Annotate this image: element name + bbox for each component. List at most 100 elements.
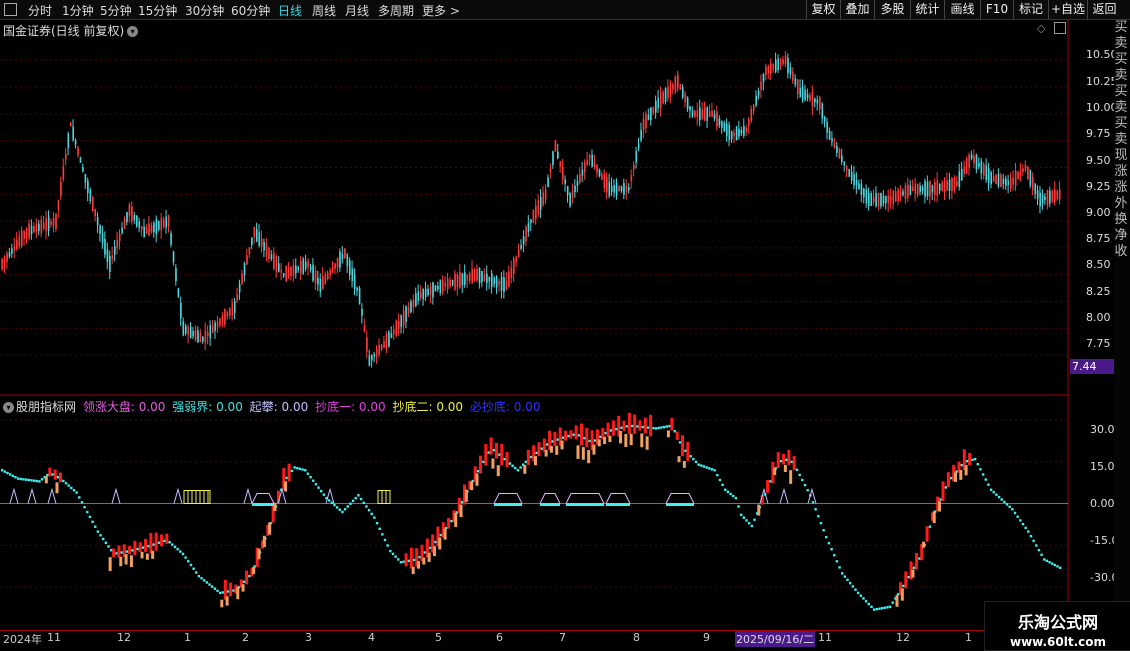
period-5min[interactable]: 5分钟 [100,2,132,19]
indicator-item: 起攀: 0.00 [249,400,309,414]
period-1min[interactable]: 1分钟 [62,2,94,19]
statistics-button[interactable]: 统计 [910,0,944,19]
indicator-point [141,546,145,549]
indicator-point [224,590,227,594]
candle-body [253,226,256,237]
indicator-title[interactable]: ▾ 股朋指标网 领涨大盘: 0.00 强弱界: 0.00 起攀: 0.00 抄底一… [3,398,543,415]
candle-body [924,181,926,197]
candle-body [657,97,660,109]
indicator-bar [959,469,963,480]
period-weekly[interactable]: 周线 [312,2,336,19]
candle-body [576,181,579,186]
candle-body [532,210,535,224]
candle-body [1029,170,1032,186]
indicator-bar [526,449,530,465]
indicator-bar [475,473,479,486]
period-60min[interactable]: 60分钟 [231,2,270,19]
indicator-point [527,457,530,461]
indicator-point [872,608,876,611]
indicator-bar [553,431,557,446]
indicator-point [312,479,315,482]
indicator-bar [220,599,224,608]
indicator-point [628,424,631,427]
candle-body [385,334,388,350]
indicator-bar [581,447,585,460]
sidebar-char: 买 [1114,84,1128,99]
candle-body [498,281,500,285]
indicator-point [700,464,703,467]
candle-body [118,233,121,242]
indicator-point [724,488,727,491]
candle-body [140,226,143,231]
indicator-point [1040,553,1043,557]
indicator-bar [44,476,48,484]
candle-body [251,237,253,245]
candle-body [439,280,442,294]
f10-button[interactable]: F10 [980,0,1013,19]
candle-body [417,291,420,302]
layout-toggle-icon[interactable] [4,3,17,16]
watermark-url: www.60lt.com [1009,635,1107,649]
candle-body [331,267,334,272]
price-tick: 8.25 [1086,285,1111,298]
indicator-bar [415,548,419,567]
candle-body [353,274,356,290]
candle-body [23,231,26,239]
period-multi[interactable]: 多周期 [378,2,414,19]
diamond-icon[interactable]: ◇ [1037,22,1045,35]
indicator-point [86,510,89,514]
indicator-point [883,606,886,609]
candle-body [407,306,410,315]
indicator-point [351,499,355,503]
period-more[interactable]: 更多 > [422,2,460,19]
candle-body [740,130,743,134]
candle-body [481,271,483,282]
indicator-point [415,558,419,561]
indicator-bar [48,467,52,477]
chart-title[interactable]: 国金证券(日线 前复权) ▾ [3,22,139,39]
indicator-point [596,437,599,440]
indicator-point [864,600,868,603]
indicator-bar [273,502,277,512]
indicator-bar [128,546,132,555]
indicator-point [713,469,716,472]
candle-body [811,91,814,107]
indicator-point [163,539,166,543]
candle-body [437,285,439,290]
indicator-item: 领涨大盘: 0.00 [82,400,166,414]
overlay-button[interactable]: 叠加 [840,0,874,19]
indicator-bar [649,414,653,437]
panel-toggle-icon[interactable] [1054,22,1066,34]
candle-body [608,181,611,196]
indicator-point [152,543,155,546]
indicator-point [1,469,4,472]
chevron-down-icon[interactable]: ▾ [127,26,139,37]
add-watchlist-button[interactable]: +自选 [1048,0,1087,19]
chevron-down-icon[interactable]: ▾ [3,402,14,413]
mark-button[interactable]: 标记 [1013,0,1048,19]
candle-body [1000,174,1002,188]
candle-body [863,188,865,198]
indicator-point [107,545,110,548]
candle-body [965,158,968,174]
fuquan-button[interactable]: 复权 [806,0,840,19]
multi-stock-button[interactable]: 多股 [874,0,910,19]
draw-line-button[interactable]: 画线 [944,0,980,19]
period-daily[interactable]: 日线 [278,2,302,19]
period-15min[interactable]: 15分钟 [138,2,177,19]
quote-sidebar[interactable]: 买 卖 买 卖 买 卖 买 卖 现 涨 涨 外 换 净 收 [1114,20,1130,630]
period-monthly[interactable]: 月线 [345,2,369,19]
indicator-point [253,565,256,568]
indicator-bar [597,439,601,447]
candle-body [880,193,882,207]
candle-body [787,57,789,74]
candle-body [449,279,451,287]
indicator-bar [468,480,472,490]
candle-body [792,71,794,81]
period-30min[interactable]: 30分钟 [185,2,224,19]
back-button[interactable]: 返回 [1087,0,1121,19]
indicator-point [973,457,977,461]
period-fenshi[interactable]: 分时 [28,2,52,19]
indicator-point [950,476,953,480]
indicator-bar [484,444,488,466]
